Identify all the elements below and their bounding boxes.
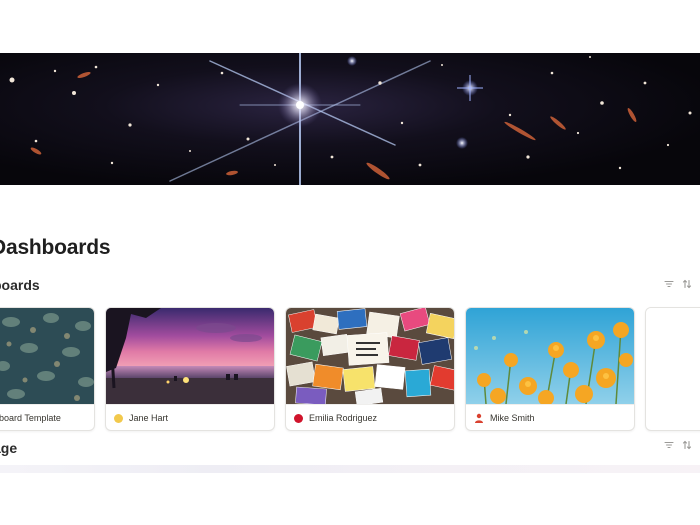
card-footer: board Template [0,404,94,430]
gallery-card[interactable] [645,307,700,431]
gallery-card[interactable]: board Template [0,307,95,431]
person-icon [474,413,484,423]
section-toolbar [664,440,692,450]
gallery-card[interactable]: Mike Smith [465,307,635,431]
filter-icon[interactable] [664,440,674,450]
sort-icon[interactable] [682,279,692,289]
card-footer: Mike Smith [466,404,634,430]
card-footer [646,404,700,430]
gallery-view: board Template Jane Hart Emilia Rodrigue… [0,307,700,431]
section-toolbar [664,279,692,289]
card-title: Emilia Rodriguez [309,413,378,423]
page-bottom [0,473,700,525]
page-title: Dashboards [0,236,111,259]
filter-icon[interactable] [664,279,674,289]
next-gallery-peek [0,465,700,473]
card-cover-image [0,308,94,404]
sort-icon[interactable] [682,440,692,450]
section-title-dashboards[interactable]: boards [0,277,40,293]
card-cover-image [466,308,634,404]
card-title: Jane Hart [129,413,169,423]
status-dot-icon [294,413,303,423]
card-title: Mike Smith [490,413,535,423]
card-cover-image [106,308,274,404]
gallery-card[interactable]: Emilia Rodriguez [285,307,455,431]
cover-image[interactable] [0,53,700,185]
card-footer: Jane Hart [106,404,274,430]
card-title: board Template [0,413,61,423]
card-cover-image [646,308,700,404]
top-bar [0,0,700,53]
status-dot-icon [114,413,123,423]
section-title-usage[interactable]: age [0,440,17,456]
card-footer: Emilia Rodriguez [286,404,454,430]
card-cover-image [286,308,454,404]
gallery-card[interactable]: Jane Hart [105,307,275,431]
